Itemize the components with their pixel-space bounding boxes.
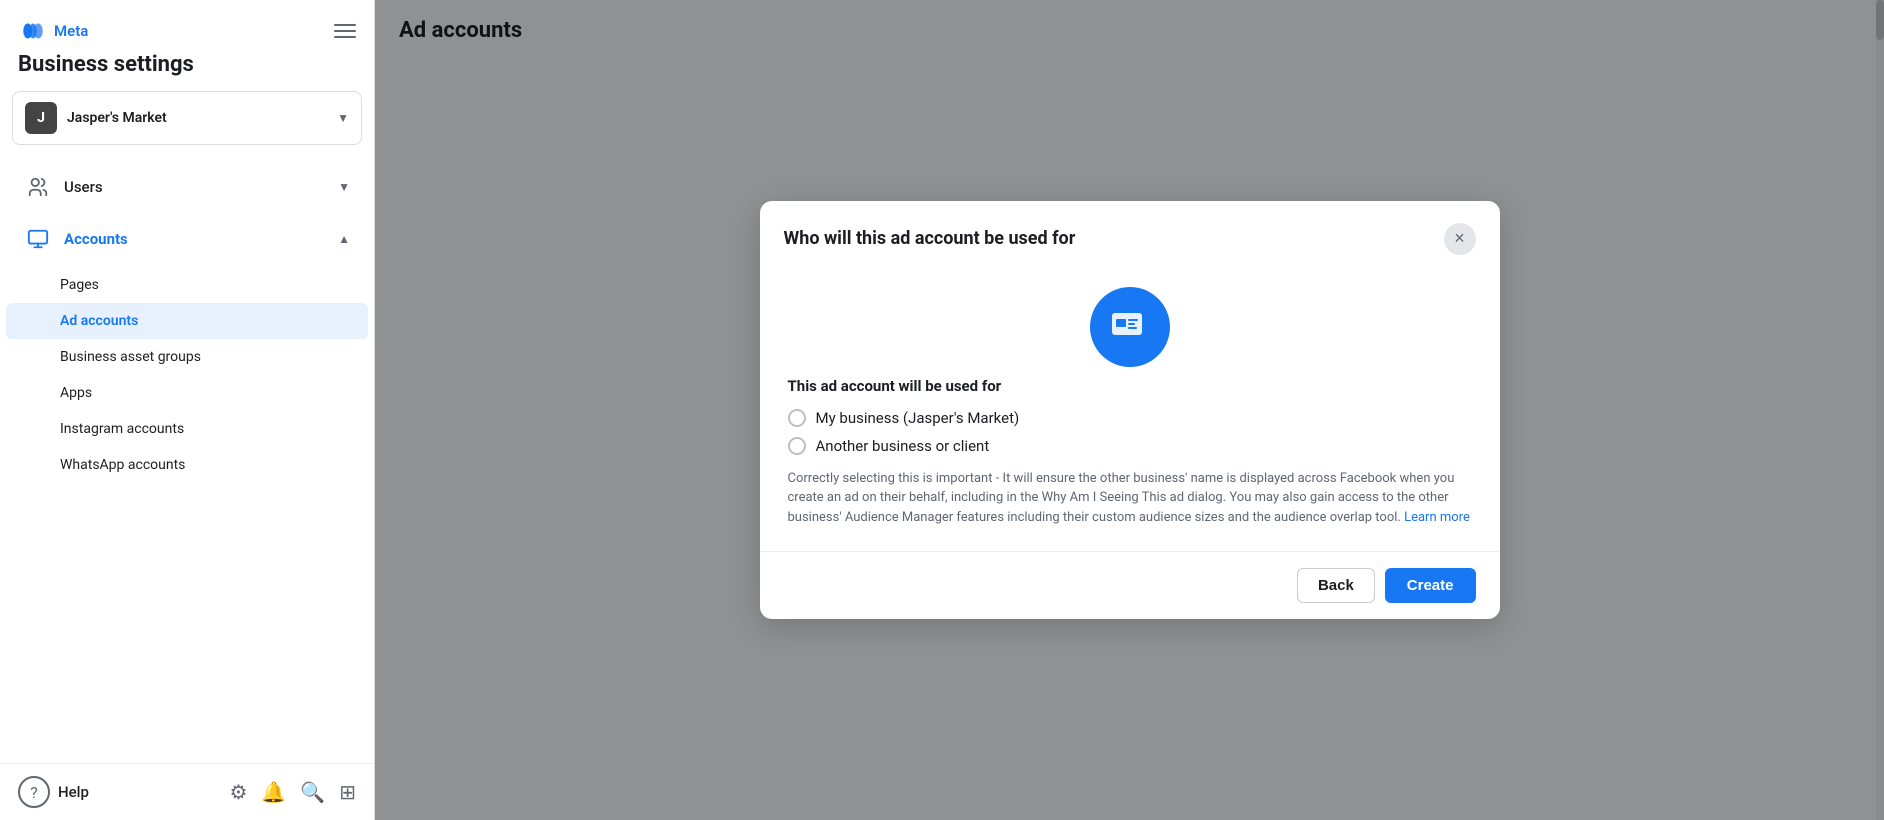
business-name: Jasper's Market	[67, 110, 167, 126]
meta-logo: Meta	[18, 16, 88, 46]
sub-nav-pages[interactable]: Pages	[6, 267, 368, 303]
business-selector[interactable]: J Jasper's Market ▼	[12, 91, 362, 145]
close-icon: ×	[1454, 228, 1465, 249]
notifications-icon[interactable]: 🔔	[261, 780, 286, 804]
sidebar-item-users[interactable]: Users ▼	[6, 161, 368, 213]
sub-nav-ad-accounts[interactable]: Ad accounts	[6, 303, 368, 339]
dialog-body: This ad account will be used for My busi…	[760, 377, 1500, 552]
accounts-label: Accounts	[64, 230, 128, 248]
help-icon[interactable]: ?	[18, 776, 50, 808]
dialog-title: Who will this ad account be used for	[784, 228, 1076, 249]
dialog-info: Correctly selecting this is important - …	[788, 469, 1472, 528]
help-label: Help	[58, 783, 89, 801]
sub-nav-instagram-accounts[interactable]: Instagram accounts	[6, 411, 368, 447]
ad-account-icon	[1090, 287, 1170, 367]
accounts-chevron-icon: ▲	[338, 232, 350, 246]
dialog: Who will this ad account be used for ×	[760, 201, 1500, 620]
dialog-header: Who will this ad account be used for ×	[760, 201, 1500, 271]
sidebar-footer: ? Help ⚙ 🔔 🔍 ⊞	[0, 763, 374, 820]
accounts-sub-nav: Pages Ad accounts Business asset groups …	[0, 265, 374, 487]
business-avatar: J	[25, 102, 57, 134]
modal-overlay: Who will this ad account be used for ×	[375, 0, 1884, 820]
sidebar-item-accounts[interactable]: Accounts ▲	[6, 213, 368, 265]
back-button[interactable]: Back	[1297, 568, 1375, 603]
radio-another-business-label: Another business or client	[816, 437, 990, 455]
radio-my-business-input[interactable]	[788, 409, 806, 427]
layout-icon[interactable]: ⊞	[339, 780, 356, 804]
settings-icon[interactable]: ⚙	[229, 780, 247, 804]
sub-nav-whatsapp-accounts[interactable]: WhatsApp accounts	[6, 447, 368, 483]
accounts-icon	[24, 225, 52, 253]
radio-my-business-label: My business (Jasper's Market)	[816, 409, 1020, 427]
radio-another-business-input[interactable]	[788, 437, 806, 455]
main-content: Ad accounts yet. e listed here. Add ▼ Wh…	[375, 0, 1884, 820]
radio-my-business[interactable]: My business (Jasper's Market)	[788, 409, 1472, 427]
users-label: Users	[64, 178, 103, 196]
create-button[interactable]: Create	[1385, 568, 1476, 603]
dialog-icon-wrap	[760, 271, 1500, 377]
sidebar-header: Meta	[0, 0, 374, 46]
sub-nav-business-asset-groups[interactable]: Business asset groups	[6, 339, 368, 375]
users-icon	[24, 173, 52, 201]
dialog-subtitle: This ad account will be used for	[788, 377, 1472, 395]
hamburger-icon[interactable]	[334, 24, 356, 38]
business-selector-left: J Jasper's Market	[25, 102, 167, 134]
radio-another-business[interactable]: Another business or client	[788, 437, 1472, 455]
footer-left: ? Help	[18, 776, 89, 808]
sidebar-title: Business settings	[0, 46, 374, 91]
footer-icons: ⚙ 🔔 🔍 ⊞	[229, 780, 356, 804]
dialog-footer: Back Create	[760, 551, 1500, 619]
dialog-close-button[interactable]: ×	[1444, 223, 1476, 255]
sidebar-nav: Users ▼ Accounts ▲ Pages Ad accounts Bus…	[0, 157, 374, 763]
chevron-down-icon: ▼	[337, 111, 349, 125]
meta-logo-text: Meta	[54, 22, 88, 40]
sidebar: Meta Business settings J Jasper's Market…	[0, 0, 375, 820]
search-icon[interactable]: 🔍	[300, 780, 325, 804]
learn-more-link[interactable]: Learn more	[1404, 510, 1470, 525]
sub-nav-apps[interactable]: Apps	[6, 375, 368, 411]
users-chevron-icon: ▼	[338, 180, 350, 194]
